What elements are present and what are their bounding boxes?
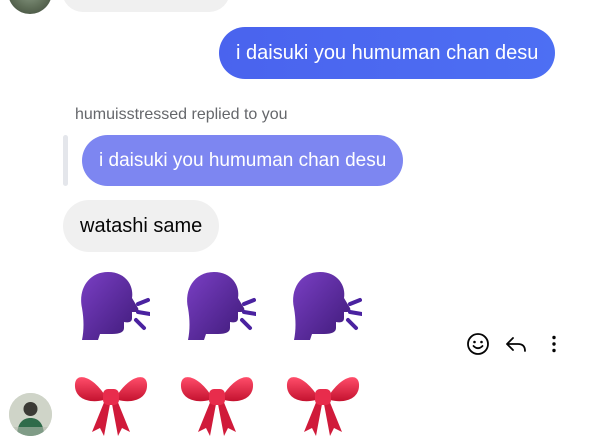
emoji-message-row-ribbons[interactable]	[72, 364, 362, 438]
reply-header: humuisstressed replied to you	[75, 106, 288, 123]
ribbon-bow-emoji	[286, 377, 360, 436]
speaking-head-emoji	[81, 272, 150, 340]
previous-message-bubble[interactable]	[62, 0, 230, 12]
speaking-head-emoji	[187, 272, 256, 340]
sender-avatar[interactable]	[9, 393, 52, 436]
emoji-message-row-speaking-heads[interactable]	[72, 268, 362, 342]
quoted-message-bubble[interactable]: i daisuki you humuman chan desu	[82, 135, 404, 186]
more-options-icon[interactable]	[540, 330, 568, 358]
outgoing-message-bubble[interactable]: i daisuki you humuman chan desu	[219, 27, 556, 79]
outgoing-message-text: i daisuki you humuman chan desu	[236, 42, 539, 64]
previous-sender-avatar[interactable]	[8, 0, 52, 14]
incoming-message-text: watashi same	[80, 215, 203, 237]
chat-thread: i daisuki you humuman chan desu humuisst…	[0, 0, 594, 446]
speaking-head-emoji	[293, 272, 362, 340]
reply-indicator-bar	[63, 135, 68, 186]
ribbon-bow-emoji	[74, 377, 148, 436]
quoted-message-text: i daisuki you humuman chan desu	[99, 150, 387, 171]
reply-arrow-icon[interactable]	[502, 330, 530, 358]
incoming-message-bubble[interactable]: watashi same	[63, 200, 220, 252]
smiley-react-icon[interactable]	[464, 330, 492, 358]
message-actions	[464, 330, 568, 358]
ribbon-bow-emoji	[180, 377, 254, 436]
